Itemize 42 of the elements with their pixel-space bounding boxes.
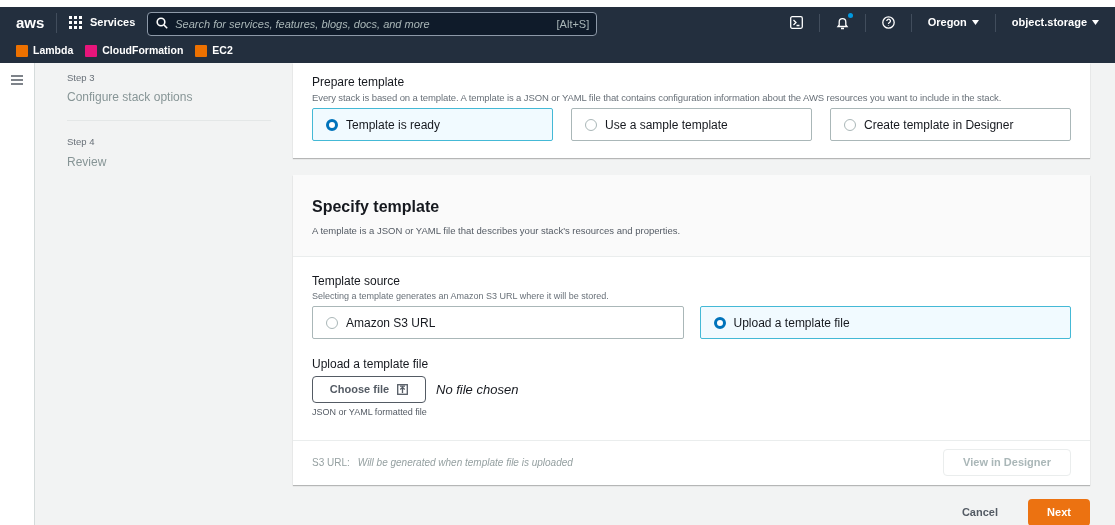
upload-icon xyxy=(397,384,409,395)
radio-button[interactable] xyxy=(326,118,338,131)
bell-icon[interactable] xyxy=(835,15,849,30)
radio-button[interactable] xyxy=(585,118,597,131)
file-status: No file chosen xyxy=(436,380,519,399)
field-hint: JSON or YAML formatted file xyxy=(312,406,428,419)
radio-button[interactable] xyxy=(713,316,726,329)
caret-icon xyxy=(971,20,979,25)
search-icon xyxy=(156,16,169,29)
radio-tile[interactable]: Amazon S3 URL xyxy=(312,306,684,339)
account-menu[interactable]: object.storage xyxy=(1011,14,1099,31)
radio-tile[interactable]: Create template in Designer xyxy=(830,108,1071,142)
radio-tile[interactable]: Template is ready xyxy=(312,108,553,142)
aws-logo[interactable]: aws xyxy=(16,15,56,30)
terminal-icon[interactable] xyxy=(789,16,803,29)
s3-url-value: Will be generated when template file is uploaded xyxy=(357,456,573,470)
favorite-link[interactable]: CloudFormation xyxy=(85,42,184,59)
favorite-link[interactable]: EC2 xyxy=(195,42,233,59)
section-title: Specify template xyxy=(312,197,441,218)
services-button[interactable]: Services xyxy=(69,14,136,31)
cancel-button[interactable]: Cancel xyxy=(949,498,1010,525)
caret-icon xyxy=(1092,20,1099,25)
shortcut-hint: [Alt+S] xyxy=(556,16,590,32)
step-number: Step 3 xyxy=(67,71,96,85)
region-menu[interactable]: Oregon xyxy=(927,14,979,31)
field-label: Template source xyxy=(312,272,402,290)
radio-tile[interactable]: Use a sample template xyxy=(571,108,812,142)
field-label: Upload a template file xyxy=(312,356,430,373)
grid-icon xyxy=(69,16,82,29)
favorite-link[interactable]: Lambda xyxy=(16,42,74,59)
field-hint: Selecting a template generates an Amazon S3 URL where it will be stored. xyxy=(312,289,610,303)
s3-url-label: S3 URL: xyxy=(312,456,350,470)
choose-file-button[interactable]: Choose file xyxy=(312,376,426,403)
radio-tile[interactable]: Upload a template file xyxy=(699,306,1071,339)
help-icon[interactable] xyxy=(881,16,895,29)
radio-button[interactable] xyxy=(844,118,856,131)
menu-icon[interactable] xyxy=(11,75,23,85)
section-description: Every stack is based on a template. A template is a JSON or YAML file that contains configuration information about the AWS resources you want to include in the stack. xyxy=(312,91,1003,105)
step-number: Step 4 xyxy=(67,135,96,150)
section-title: Prepare template xyxy=(312,74,406,91)
radio-button[interactable] xyxy=(326,316,338,329)
section-description: A template is a JSON or YAML file that describes your stack's resources and properties. xyxy=(312,224,682,239)
